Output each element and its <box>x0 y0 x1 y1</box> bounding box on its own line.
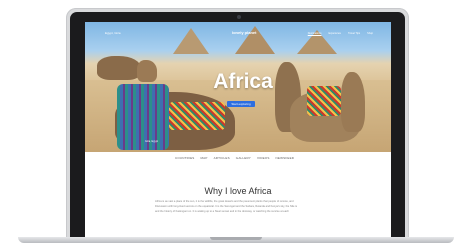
paragraph-line: and the history of Kaisingani on. It is … <box>155 210 289 213</box>
camel-background-left-2 <box>137 60 157 82</box>
subnav-newsfeed[interactable]: NEWSFEED <box>276 156 295 160</box>
main-nav: Destinations Experience Travel Tips Shop <box>308 32 373 35</box>
nav-item-shop[interactable]: Shop <box>367 32 373 35</box>
nav-item-travel-tips[interactable]: Travel Tips <box>348 32 360 35</box>
section-heading: Why I love Africa <box>204 186 272 196</box>
subnav-articles[interactable]: ARTICLES <box>214 156 230 160</box>
nav-item-experience[interactable]: Experience <box>329 32 342 35</box>
webcam-icon <box>237 15 241 19</box>
laptop-notch <box>210 237 262 240</box>
camel-right-decoration <box>307 86 341 116</box>
hero-cta-button[interactable]: Start exploring <box>227 101 255 107</box>
subnav-countries[interactable]: COUNTRIES <box>175 156 194 160</box>
site-logo[interactable]: lonely planet <box>232 30 256 35</box>
laptop-screen: Egypt, Giza lonely planet Destinations E… <box>85 22 391 240</box>
hero-image: Egypt, Giza lonely planet Destinations E… <box>85 22 391 152</box>
photo-caption: Giza, Egypt <box>145 140 158 143</box>
paragraph-line: Discussion with long-lived secrets on th… <box>155 205 298 208</box>
location-label: Egypt, Giza <box>105 31 121 35</box>
camel-decoration <box>169 102 225 130</box>
camel-saddle-blanket <box>117 84 169 150</box>
subnav-map[interactable]: MAP <box>200 156 207 160</box>
sub-navigation: COUNTRIES MAP ARTICLES GALLERY VIDEOS NE… <box>175 156 294 160</box>
top-navigation: Egypt, Giza lonely planet Destinations E… <box>85 22 391 42</box>
paragraph-line: Africa is as vast a place of the sun, it… <box>155 200 294 203</box>
nav-item-destinations[interactable]: Destinations <box>308 32 322 35</box>
hero-title: Africa <box>213 70 273 93</box>
camel-background-left <box>97 56 141 80</box>
camel-far-right <box>341 72 365 132</box>
subnav-gallery[interactable]: GALLERY <box>236 156 251 160</box>
subnav-videos[interactable]: VIDEOS <box>257 156 270 160</box>
